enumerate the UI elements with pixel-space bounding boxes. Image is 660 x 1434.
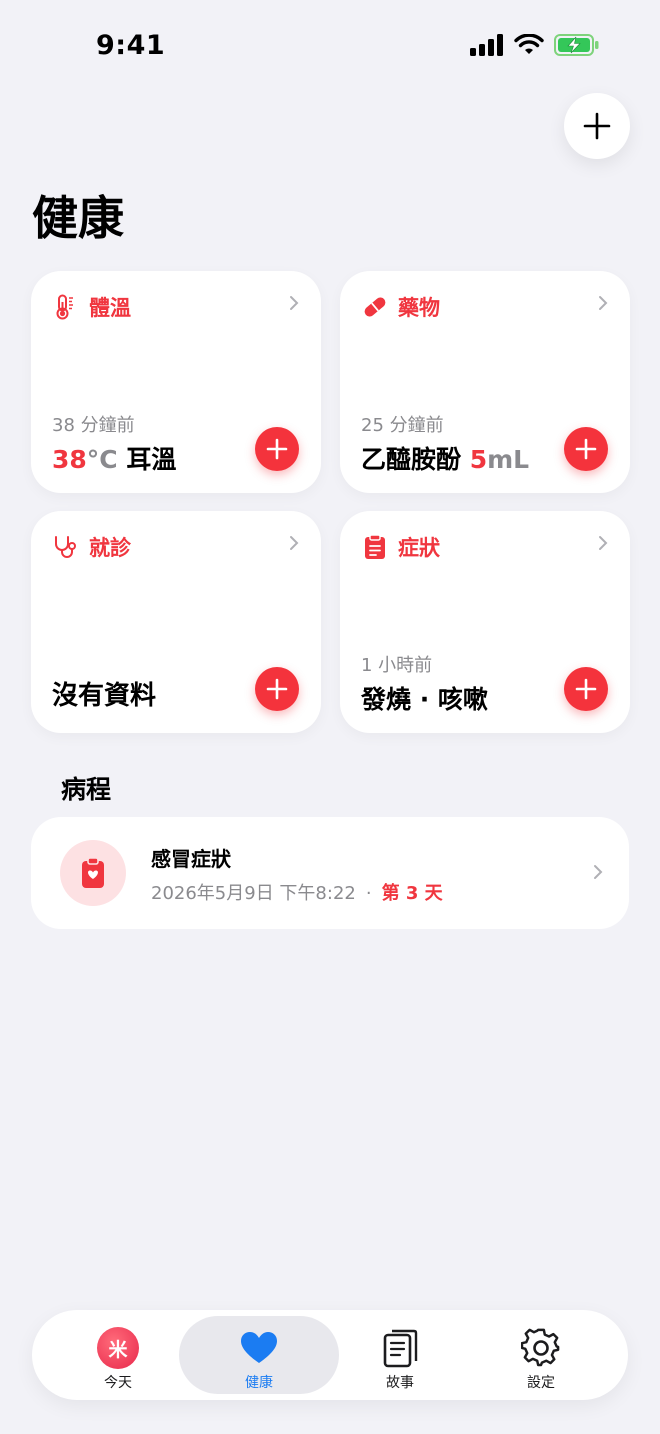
episode-day-count: 第 3 天 xyxy=(381,883,443,904)
card-header: 症狀 xyxy=(362,532,440,562)
medication-name: 乙醯胺酚 xyxy=(361,445,470,474)
card-value: 38°C 耳溫 xyxy=(52,440,176,476)
add-button[interactable] xyxy=(564,93,630,159)
card-title: 症狀 xyxy=(398,536,440,560)
chevron-right-icon xyxy=(290,536,299,550)
tab-bar: 米 今天 健康 故事 設定 xyxy=(32,1310,628,1400)
status-time: 9:41 xyxy=(96,30,166,61)
plus-icon xyxy=(266,678,288,700)
tab-stories[interactable]: 故事 xyxy=(320,1316,480,1394)
card-timestamp: 1 小時前 xyxy=(361,655,433,676)
chevron-right-icon xyxy=(599,296,608,310)
chevron-right-icon xyxy=(594,865,603,879)
visit-card[interactable]: 就診 沒有資料 xyxy=(31,511,321,733)
add-symptom-button[interactable] xyxy=(564,667,608,711)
status-bar: 9:41 xyxy=(0,0,660,100)
add-temperature-button[interactable] xyxy=(255,427,299,471)
cellular-signal-icon xyxy=(470,34,503,56)
card-header: 藥物 xyxy=(362,292,440,322)
pill-icon xyxy=(362,294,388,320)
card-value: 沒有資料 xyxy=(52,681,157,711)
tab-settings[interactable]: 設定 xyxy=(461,1316,621,1394)
card-header: 就診 xyxy=(53,532,131,562)
dose-unit: mL xyxy=(487,445,530,474)
temperature-card[interactable]: 體溫 38 分鐘前 38°C 耳溫 xyxy=(31,271,321,493)
tab-health[interactable]: 健康 xyxy=(179,1316,339,1394)
clipboard-heart-icon xyxy=(82,857,104,888)
symptoms-card[interactable]: 症狀 1 小時前 發燒 · 咳嗽 xyxy=(340,511,630,733)
wifi-icon xyxy=(514,34,544,54)
episodes-section-title: 病程 xyxy=(61,775,112,804)
card-title: 體溫 xyxy=(89,296,131,320)
today-badge: 米 xyxy=(97,1327,139,1369)
add-medication-button[interactable] xyxy=(564,427,608,471)
journal-icon xyxy=(378,1328,422,1368)
plus-icon xyxy=(575,678,597,700)
today-icon: 米 xyxy=(96,1327,140,1369)
tab-label: 健康 xyxy=(245,1375,273,1391)
add-visit-button[interactable] xyxy=(255,667,299,711)
page-title: 健康 xyxy=(32,191,124,245)
temperature-method: 耳溫 xyxy=(117,445,177,474)
card-timestamp: 38 分鐘前 xyxy=(52,415,135,436)
status-icons xyxy=(470,34,600,56)
dose-number: 5 xyxy=(469,445,488,474)
episode-date: 2026年5月9日 下午8:22 xyxy=(151,883,356,904)
tab-label: 今天 xyxy=(104,1375,132,1391)
medication-card[interactable]: 藥物 25 分鐘前 乙醯胺酚 5mL xyxy=(340,271,630,493)
temperature-number: 38 xyxy=(52,445,87,474)
stethoscope-icon xyxy=(53,534,79,560)
card-title: 就診 xyxy=(89,536,131,560)
tab-label: 設定 xyxy=(527,1375,555,1391)
plus-icon xyxy=(266,438,288,460)
episode-title: 感冒症狀 xyxy=(151,847,231,871)
temperature-unit: °C xyxy=(86,445,118,474)
card-title: 藥物 xyxy=(398,296,440,320)
episode-separator: · xyxy=(365,883,372,904)
gear-icon xyxy=(519,1328,563,1368)
plus-icon xyxy=(583,112,611,140)
thermometer-icon xyxy=(53,294,79,320)
tab-label: 故事 xyxy=(386,1375,414,1391)
card-header: 體溫 xyxy=(53,292,131,322)
tab-today[interactable]: 米 今天 xyxy=(38,1316,198,1394)
card-timestamp: 25 分鐘前 xyxy=(361,415,444,436)
battery-charging-icon xyxy=(554,34,599,56)
card-value: 乙醯胺酚 5mL xyxy=(361,440,529,476)
episode-row[interactable]: 感冒症狀 2026年5月9日 下午8:22 · 第 3 天 xyxy=(31,817,629,929)
heart-icon xyxy=(237,1328,281,1368)
chevron-right-icon xyxy=(599,536,608,550)
episode-subtitle: 2026年5月9日 下午8:22 · 第 3 天 xyxy=(151,879,443,905)
clipboard-icon xyxy=(362,534,388,560)
episode-icon-badge xyxy=(60,840,126,906)
chevron-right-icon xyxy=(290,296,299,310)
card-value: 發燒 · 咳嗽 xyxy=(361,685,488,714)
plus-icon xyxy=(575,438,597,460)
